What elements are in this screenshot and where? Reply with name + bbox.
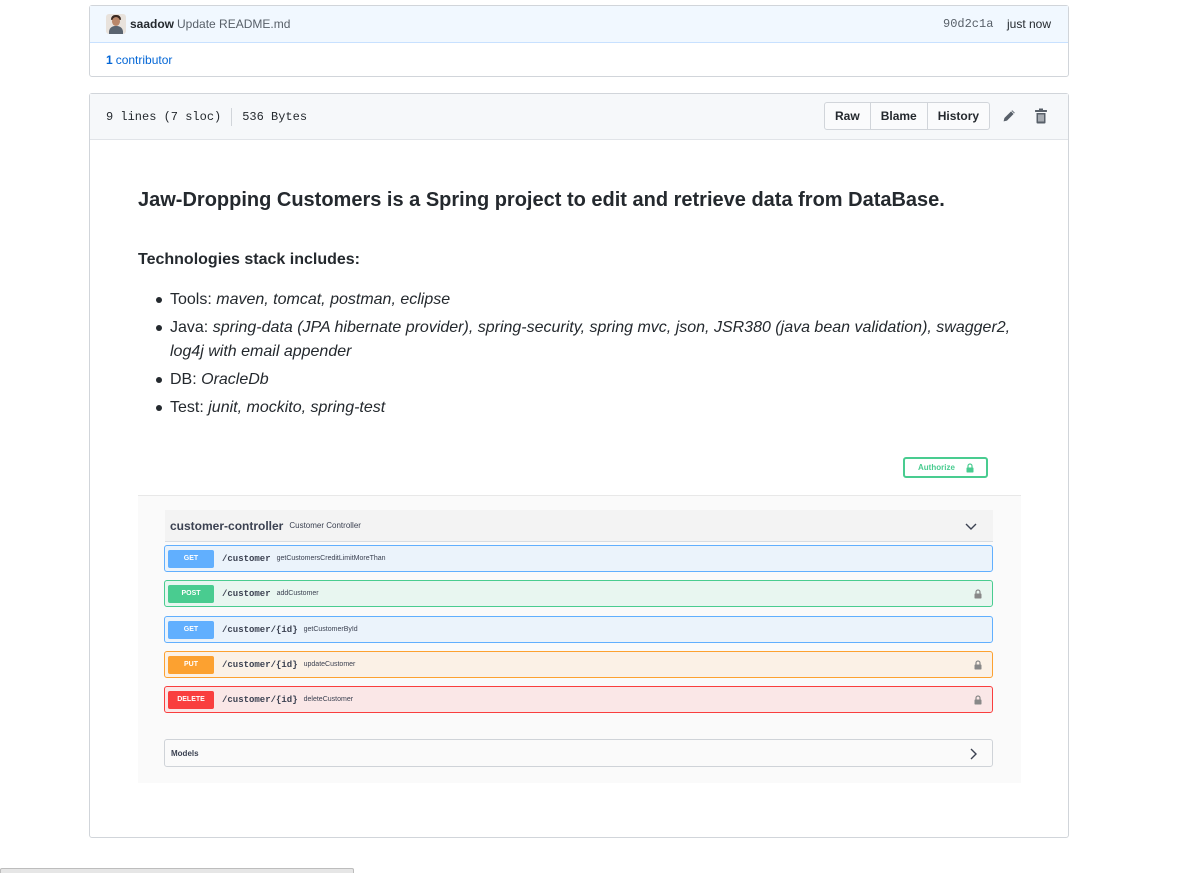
method-badge: GET xyxy=(168,549,214,568)
operation-desc: updateCustomer xyxy=(303,661,356,668)
history-button[interactable]: History xyxy=(926,102,991,130)
pencil-icon[interactable] xyxy=(999,106,1019,126)
authorize-button: Authorize xyxy=(903,457,988,478)
readme-content: Jaw-Dropping Customers is a Spring proje… xyxy=(138,186,1028,424)
operation-row: GET/customer getCustomersCreditLimitMoreT… xyxy=(164,545,993,572)
operation-desc: addCustomer xyxy=(276,590,319,597)
blame-button[interactable]: Blame xyxy=(869,102,928,130)
chevron-down-icon xyxy=(965,520,977,534)
operation-row: POST/customer addCustomer xyxy=(164,580,993,607)
operation-desc: deleteCustomer xyxy=(303,696,354,703)
avatar[interactable] xyxy=(106,14,126,34)
commit-message-link[interactable]: Update README.md xyxy=(177,17,290,31)
readme-subtitle: Technologies stack includes: xyxy=(138,251,360,268)
list-item: Test: junit, mockito, spring-test xyxy=(156,396,1028,420)
commit-box: saadow Update README.md 90d2c1a just now… xyxy=(89,5,1069,77)
readme-title: Jaw-Dropping Customers is a Spring proje… xyxy=(138,189,945,211)
operation-path: /customer xyxy=(222,553,271,564)
commit-sha-link[interactable]: 90d2c1a xyxy=(943,17,993,31)
chevron-right-icon xyxy=(970,748,978,762)
swagger-panel: customer-controller Customer Controller … xyxy=(138,495,1021,783)
list-item: Tools: maven, tomcat, postman, eclipse xyxy=(156,288,1028,312)
swagger-screenshot: Authorize customer-controller Customer C… xyxy=(138,446,1021,783)
operation-path: /customer/{id} xyxy=(222,624,298,635)
operation-desc: getCustomersCreditLimitMoreThan xyxy=(276,555,386,562)
operation-path: /customer/{id} xyxy=(222,659,298,670)
file-actions-group: Raw Blame History xyxy=(824,102,991,130)
operation-path: /customer/{id} xyxy=(222,694,298,705)
operation-row: GET/customer/{id} getCustomerById xyxy=(164,616,993,643)
operation-row: PUT/customer/{id} updateCustomer xyxy=(164,651,993,678)
lock-icon xyxy=(966,463,974,475)
lock-icon xyxy=(974,694,982,708)
method-badge: GET xyxy=(168,620,214,639)
contributors-count: 1 xyxy=(106,53,113,67)
raw-button[interactable]: Raw xyxy=(824,102,871,130)
contributors-link[interactable]: 1 contributor xyxy=(90,43,1068,77)
commit-author-link[interactable]: saadow xyxy=(130,17,174,31)
lock-icon xyxy=(974,588,982,602)
controller-header: customer-controller Customer Controller xyxy=(165,510,993,542)
contributors-label: contributor xyxy=(115,53,173,67)
file-info-divider xyxy=(231,107,233,126)
operation-desc: getCustomerById xyxy=(303,626,358,633)
commit-time: just now xyxy=(1007,17,1052,31)
controller-name: customer-controller xyxy=(170,518,284,533)
trash-icon[interactable] xyxy=(1031,106,1051,126)
file-box: 9 lines (7 sloc) 536 Bytes Raw Blame His… xyxy=(89,93,1069,838)
file-lines: 9 lines (7 sloc) xyxy=(106,109,222,124)
file-header: 9 lines (7 sloc) 536 Bytes Raw Blame His… xyxy=(90,94,1068,140)
method-badge: PUT xyxy=(168,655,214,674)
list-item: DB: OracleDb xyxy=(156,368,1028,392)
operation-path: /customer xyxy=(222,588,271,599)
file-size: 536 Bytes xyxy=(242,109,308,124)
commit-header: saadow Update README.md 90d2c1a just now xyxy=(90,6,1068,43)
method-badge: POST xyxy=(168,584,214,603)
list-item: Java: spring-data (JPA hibernate provide… xyxy=(156,316,1028,364)
models-section: Models xyxy=(164,739,993,767)
method-badge: DELETE xyxy=(168,690,214,709)
controller-desc: Customer Controller xyxy=(289,521,361,530)
horizontal-scrollbar[interactable] xyxy=(0,868,354,873)
lock-icon xyxy=(974,659,982,673)
tech-stack-list: Tools: maven, tomcat, postman, eclipse J… xyxy=(138,288,1028,420)
operation-row: DELETE/customer/{id} deleteCustomer xyxy=(164,686,993,713)
